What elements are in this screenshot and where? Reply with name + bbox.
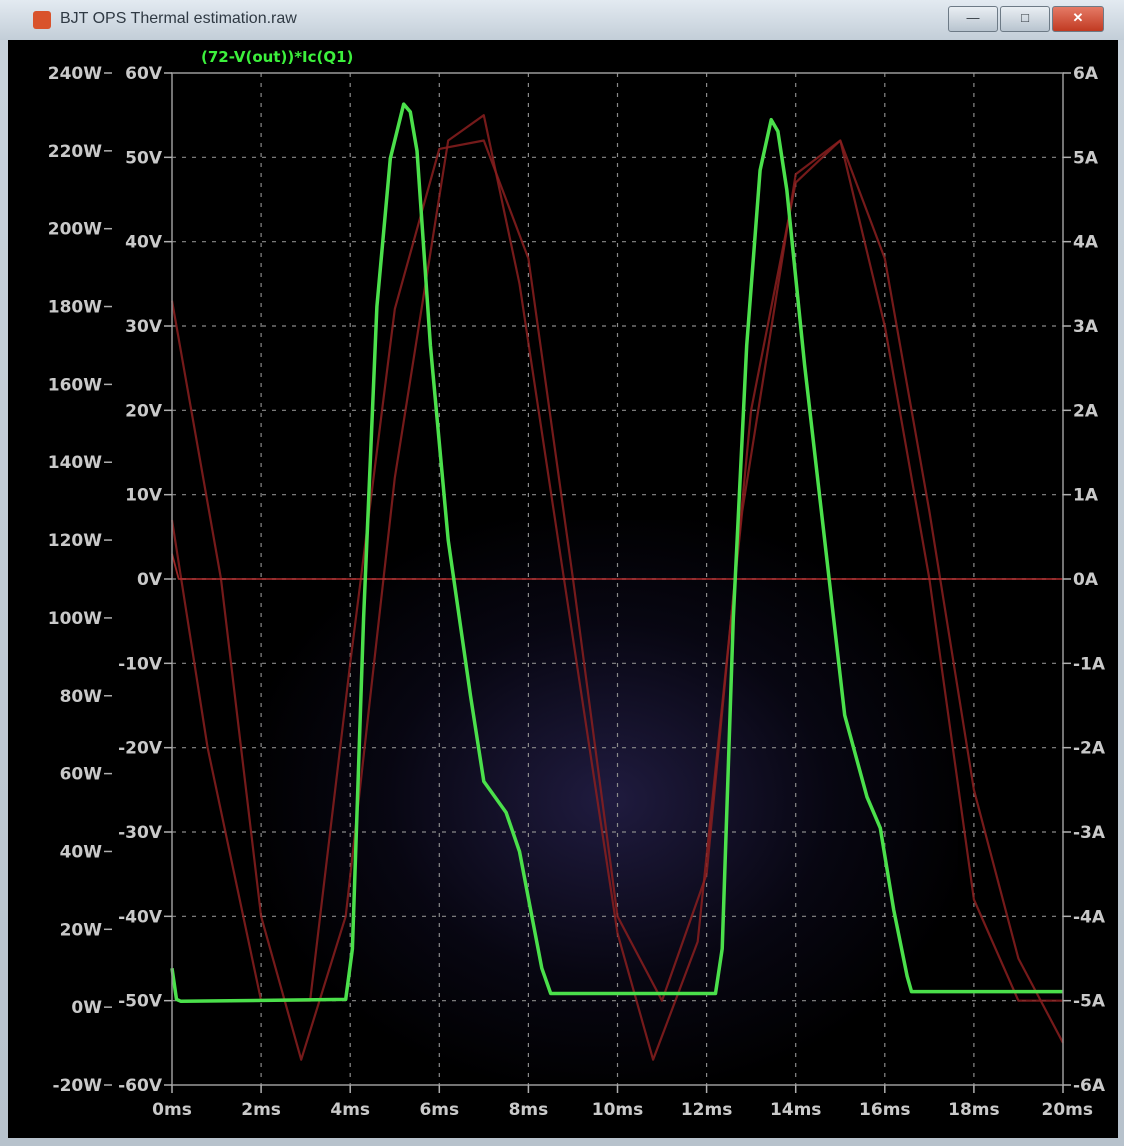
voltage-tick-label: 20V [125,401,163,421]
window-title: BJT OPS Thermal estimation.raw [60,10,297,27]
voltage-tick-label: -60V [118,1076,163,1096]
voltage-tick-label: -40V [118,907,163,927]
x-tick-label: 20ms [1042,1100,1094,1120]
power-tick-label: 80W [60,687,103,707]
voltage-tick-label: 60V [125,64,163,84]
x-tick-label: 8ms [509,1100,549,1120]
power-tick-label: 180W [48,298,102,318]
current-tick-label: 6A [1073,64,1099,84]
voltage-tick-label: 40V [125,233,163,253]
voltage-tick-label: 0V [137,570,163,590]
x-tick-label: 14ms [770,1100,822,1120]
current-series-line [170,139,1063,1002]
current-tick-label: -2A [1073,739,1106,759]
app-icon [33,11,51,29]
current-tick-label: 5A [1073,148,1099,168]
current-tick-label: -5A [1073,992,1106,1012]
x-tick-label: 10ms [592,1100,644,1120]
current-tick-label: 1A [1073,486,1099,506]
current-tick-label: 3A [1073,317,1099,337]
voltage-tick-label: -50V [118,992,163,1012]
power-tick-label: 60W [60,765,103,785]
voltage-tick-label: 30V [125,317,163,337]
power-tick-label: 120W [48,531,102,551]
title-bar[interactable]: BJT OPS Thermal estimation.raw — □ ✕ [0,0,1124,40]
x-tick-label: 0ms [152,1100,192,1120]
minimize-button[interactable]: — [948,6,998,32]
maximize-button[interactable]: □ [1000,6,1050,32]
app-window: BJT OPS Thermal estimation.raw — □ ✕ -20… [0,0,1124,1146]
power-tick-label: 20W [60,920,103,940]
current-tick-label: -4A [1073,907,1106,927]
chart-title[interactable]: (72-V(out))*Ic(Q1) [201,48,353,66]
power-tick-label: -20W [53,1076,103,1096]
x-tick-label: 16ms [859,1100,911,1120]
current-tick-label: -3A [1073,823,1106,843]
close-button[interactable]: ✕ [1052,6,1104,32]
power-tick-label: 100W [48,609,102,629]
power-tick-label: 240W [48,64,102,84]
voltage-tick-label: -10V [118,654,163,674]
power-tick-label: 160W [48,375,102,395]
x-tick-label: 12ms [681,1100,733,1120]
voltage-tick-label: 50V [125,148,163,168]
power-tick-label: 0W [71,998,102,1018]
voltage-tick-label: -30V [118,823,163,843]
x-tick-label: 6ms [419,1100,459,1120]
power-tick-label: 40W [60,842,103,862]
current-tick-label: 0A [1073,570,1099,590]
voltage-tick-label: -20V [118,739,163,759]
power-tick-label: 220W [48,142,102,162]
x-tick-label: 2ms [241,1100,281,1120]
current-tick-label: 2A [1073,401,1099,421]
waveform-plot[interactable]: -20W 0W 20W 40W 60W 80W 100W 120W 140W 160W 180W 20… [8,40,1118,1138]
power-tick-label: 200W [48,220,102,240]
current-tick-label: -6A [1073,1076,1106,1096]
power-tick-label: 140W [48,453,102,473]
chart-svg[interactable]: -20W 0W 20W 40W 60W 80W 100W 120W 140W 160W 180W 20… [8,40,1118,1138]
x-tick-label: 4ms [330,1100,370,1120]
x-tick-label: 18ms [948,1100,1000,1120]
axes: -20W 0W 20W 40W 60W 80W 100W 120W 140W 160W 180W 20… [48,64,1106,1120]
current-tick-label: 4A [1073,233,1099,253]
voltage-tick-label: 10V [125,486,163,506]
current-tick-label: -1A [1073,654,1106,674]
